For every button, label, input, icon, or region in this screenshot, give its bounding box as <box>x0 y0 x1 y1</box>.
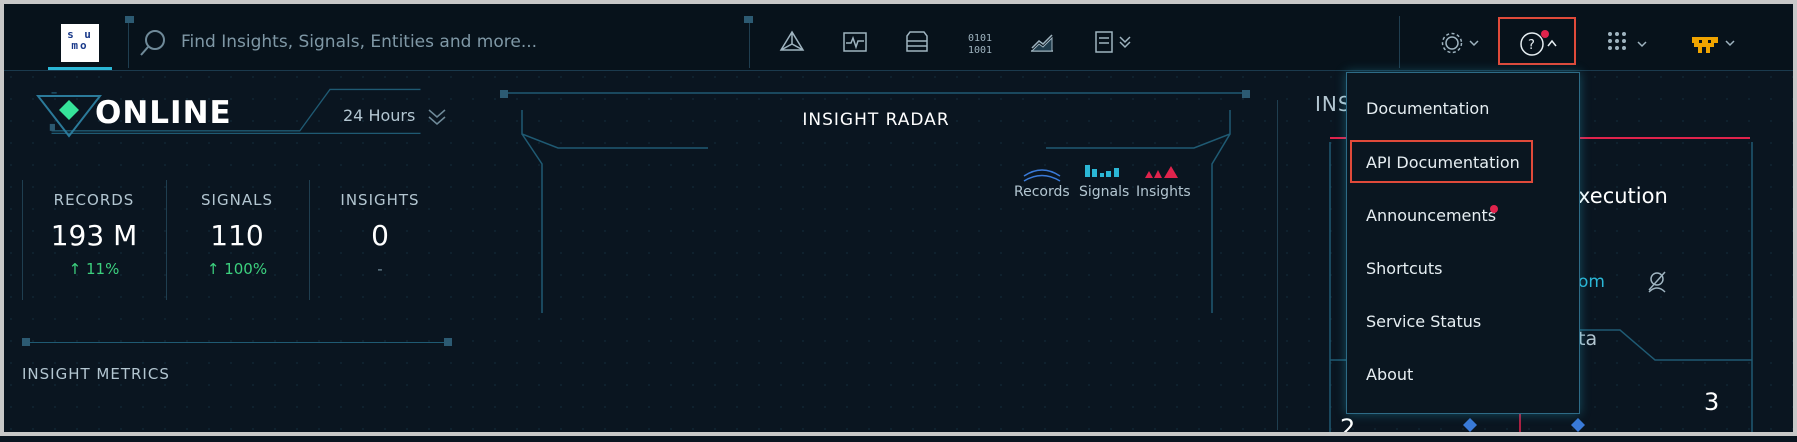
execution-label: xecution <box>1578 184 1668 208</box>
chevron-down-icon[interactable] <box>427 108 447 126</box>
binary-icon[interactable]: 0101 1001 <box>966 30 992 56</box>
time-range-select[interactable]: 24 Hours <box>343 106 415 125</box>
menu-item-service-status[interactable]: Service Status <box>1366 312 1481 331</box>
metric-records[interactable]: RECORDS 193 M ↑ 11% <box>40 191 148 278</box>
menu-item-about[interactable]: About <box>1366 365 1413 384</box>
svg-text:1001: 1001 <box>968 45 992 56</box>
metric-delta: ↑ 11% <box>68 260 120 278</box>
section-divider <box>22 342 450 343</box>
metric-insights[interactable]: INSIGHTS 0 - <box>326 191 434 278</box>
gear-icon[interactable] <box>1441 32 1481 56</box>
metric-value: 0 <box>371 219 389 252</box>
highlight-box <box>1350 140 1533 183</box>
insight-metrics-heading: INSIGHT METRICS <box>22 365 170 383</box>
panel-divider <box>1277 100 1278 430</box>
status-indicator-icon <box>36 95 102 138</box>
notification-dot <box>1541 30 1549 38</box>
global-search[interactable]: Find Insights, Signals, Entities and mor… <box>125 16 753 68</box>
corner-mark <box>744 16 753 23</box>
svg-text:?: ? <box>1528 38 1535 53</box>
apps-grid-icon[interactable] <box>1606 30 1650 58</box>
online-status-label: ONLINE <box>95 95 232 131</box>
chart-icon[interactable] <box>1029 30 1055 54</box>
legend-insights: Insights <box>1136 184 1191 200</box>
metric-title: INSIGHTS <box>340 191 420 209</box>
menu-item-documentation[interactable]: Documentation <box>1366 99 1489 118</box>
help-dropdown-menu: Documentation API Documentation Announce… <box>1346 72 1580 414</box>
divider <box>1399 16 1400 68</box>
menu-item-shortcuts[interactable]: Shortcuts <box>1366 259 1442 278</box>
metric-divider <box>22 180 23 300</box>
legend-signals: Signals <box>1079 184 1130 200</box>
count-value: 3 <box>1704 388 1720 416</box>
logo-active-indicator <box>48 67 112 70</box>
legend-records: Records <box>1014 184 1070 200</box>
user-avatar-icon[interactable] <box>1690 33 1740 57</box>
signals-legend-icon <box>1085 165 1119 177</box>
link-text[interactable]: om <box>1578 272 1605 292</box>
logo-text-bottom: mo <box>71 39 89 52</box>
metric-value: 110 <box>210 219 264 252</box>
metric-delta: ↑ 100% <box>206 260 268 278</box>
metric-title: SIGNALS <box>201 191 273 209</box>
metric-delta: - <box>377 260 383 278</box>
insights-legend-icon <box>1145 166 1178 178</box>
metric-signals[interactable]: SIGNALS 110 ↑ 100% <box>183 191 291 278</box>
metric-title: RECORDS <box>53 191 135 209</box>
metric-value: 193 M <box>50 219 138 252</box>
corner-mark <box>22 338 30 346</box>
count-value: 2 <box>1340 414 1356 442</box>
announcement-dot <box>1490 205 1498 213</box>
corner-mark <box>444 338 452 346</box>
metric-divider <box>166 180 167 300</box>
tab-label[interactable]: ta <box>1578 328 1597 350</box>
records-legend-icon <box>1023 169 1061 182</box>
insight-radar-title: INSIGHT RADAR <box>802 110 950 130</box>
metric-divider <box>309 180 310 300</box>
activity-icon[interactable] <box>842 30 868 54</box>
time-range-value: 24 Hours <box>343 106 416 125</box>
network-icon[interactable] <box>779 30 805 54</box>
server-icon[interactable] <box>904 30 930 54</box>
document-icon[interactable] <box>1094 30 1134 54</box>
corner-mark <box>125 16 134 23</box>
no-assignee-icon[interactable] <box>1646 270 1668 294</box>
help-icon[interactable]: ? <box>1518 30 1560 58</box>
search-icon <box>140 30 165 56</box>
menu-item-announcements[interactable]: Announcements <box>1366 206 1496 225</box>
svg-text:0101: 0101 <box>968 33 992 44</box>
search-input[interactable]: Find Insights, Signals, Entities and mor… <box>181 32 537 52</box>
sumo-logo[interactable]: s u mo <box>61 24 99 62</box>
